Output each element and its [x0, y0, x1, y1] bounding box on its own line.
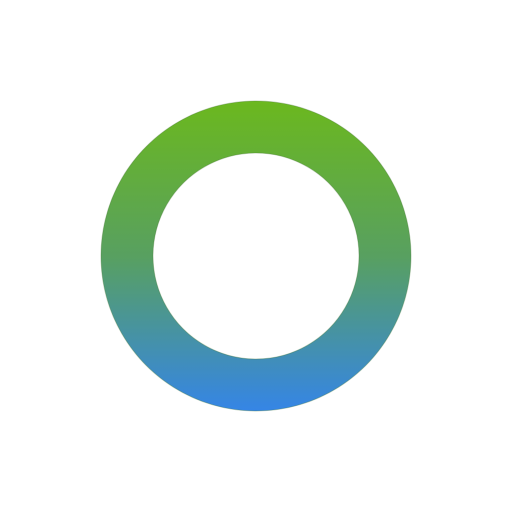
- ring-icon: [100, 100, 412, 412]
- app-icon-canvas: [0, 0, 512, 512]
- ring-shape: [100, 100, 412, 412]
